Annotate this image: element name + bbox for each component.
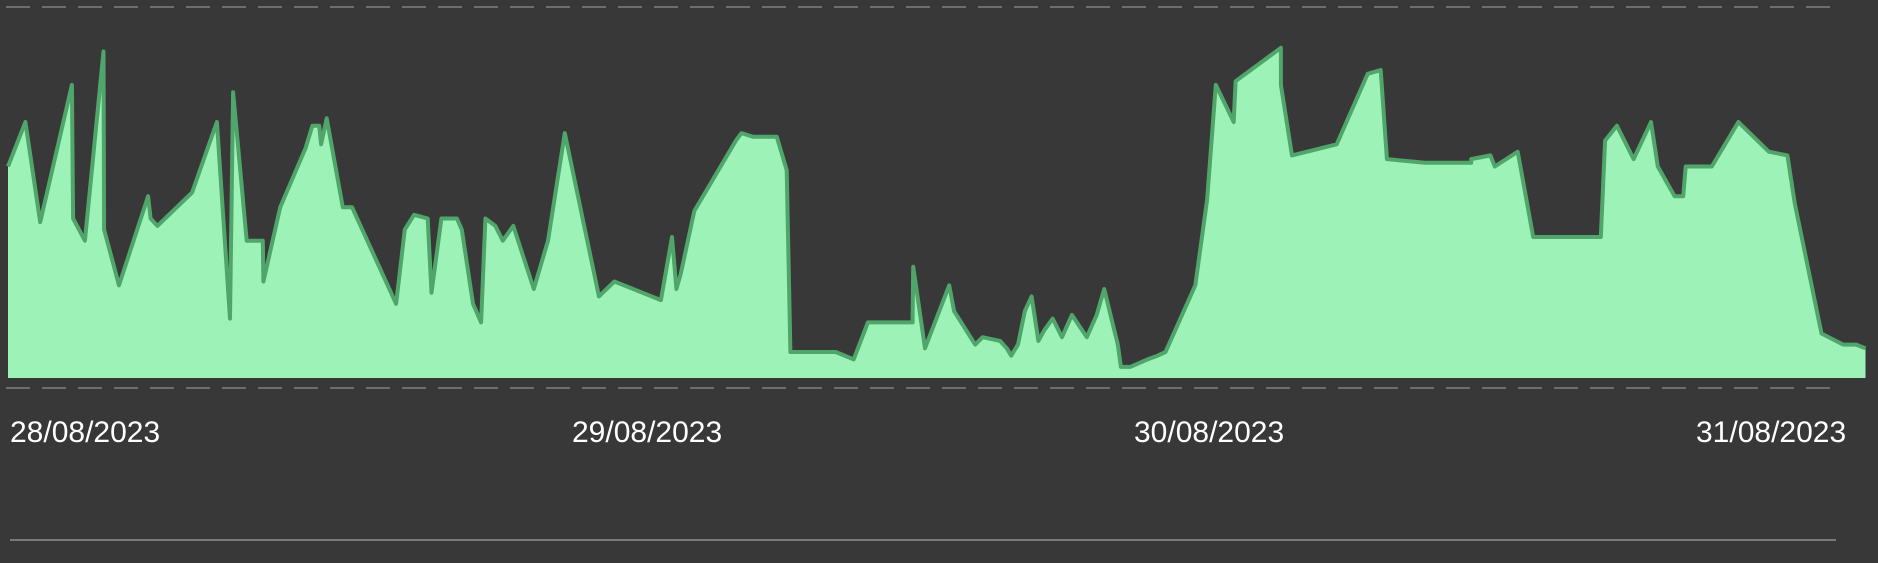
x-tick-label: 28/08/2023 xyxy=(10,416,160,449)
x-tick-label: 31/08/2023 xyxy=(1696,416,1846,449)
area-series xyxy=(8,47,1866,379)
area-chart: 28/08/2023 29/08/2023 30/08/2023 31/08/2… xyxy=(0,0,1878,558)
x-tick-label: 30/08/2023 xyxy=(1134,416,1284,449)
chart-canvas: 28/08/2023 29/08/2023 30/08/2023 31/08/2… xyxy=(6,6,1867,541)
x-tick-label: 29/08/2023 xyxy=(572,416,722,449)
x-axis-tick-labels: 28/08/2023 29/08/2023 30/08/2023 31/08/2… xyxy=(10,416,1846,449)
